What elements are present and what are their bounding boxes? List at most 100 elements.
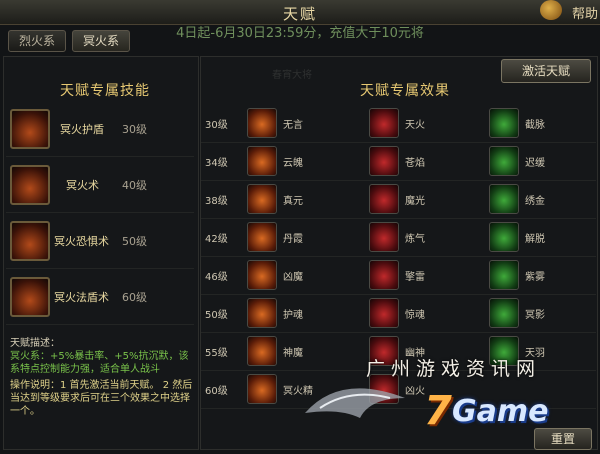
- effect-row: 34级 云魄 苍焰 迟缓: [201, 142, 596, 181]
- talent-description: 天赋描述： 冥火系：+5%暴击率、+5%抗沉默，该系特点控制能力强，适合单人战斗…: [10, 337, 194, 418]
- effect-option[interactable]: 云魄: [243, 146, 373, 176]
- effect-icon: [489, 108, 519, 138]
- effect-icon: [369, 184, 399, 214]
- effect-icon: [489, 260, 519, 290]
- help-link[interactable]: 帮助: [572, 3, 598, 22]
- effect-icon: [247, 146, 277, 176]
- tab-fire-system[interactable]: 烈火系: [8, 30, 66, 52]
- effect-name: 截脉: [525, 120, 545, 131]
- effect-option[interactable]: 截脉: [485, 108, 600, 138]
- effect-option[interactable]: 天火: [365, 108, 495, 138]
- description-heading: 天赋描述：: [10, 338, 60, 349]
- skill-item[interactable]: 冥火恐惧术 50级: [6, 216, 194, 269]
- effect-name: 解脱: [525, 234, 545, 245]
- effect-option[interactable]: 迟缓: [485, 146, 600, 176]
- skill-level: 30级: [122, 123, 147, 136]
- description-body: 冥火系：+5%暴击率、+5%抗沉默，该系特点控制能力强，适合单人战斗: [10, 351, 189, 375]
- effect-name: 云魄: [283, 158, 303, 169]
- effect-option[interactable]: 惊魂: [365, 298, 495, 328]
- effect-name: 丹霞: [283, 234, 303, 245]
- effect-row: 30级 无言 天火 截脉: [201, 104, 596, 143]
- effect-icon: [247, 184, 277, 214]
- effect-option[interactable]: 护魂: [243, 298, 373, 328]
- effect-name: 绣金: [525, 196, 545, 207]
- effect-name: 惊魂: [405, 310, 425, 321]
- row-level: 30级: [205, 120, 228, 131]
- logo-word: Game: [452, 394, 549, 429]
- activate-talent-button[interactable]: 激活天赋: [501, 59, 591, 83]
- coin-icon: [540, 0, 562, 20]
- window-title: 天赋: [282, 5, 317, 23]
- talent-window: 天赋 帮助 4日起-6月30日23:59分，充值大于10元将 烈火系 冥火系 春…: [0, 0, 600, 454]
- effect-icon: [247, 260, 277, 290]
- effect-name: 护魂: [283, 310, 303, 321]
- skill-level: 60级: [122, 291, 147, 304]
- effect-icon: [247, 222, 277, 252]
- effect-option[interactable]: 无言: [243, 108, 373, 138]
- row-level: 38级: [205, 196, 228, 207]
- effect-icon: [247, 336, 277, 366]
- tab-netherfire-system[interactable]: 冥火系: [72, 30, 130, 52]
- row-level: 50级: [205, 310, 228, 321]
- effect-icon: [247, 298, 277, 328]
- watermark-text: 春宵大将: [272, 70, 312, 81]
- effect-option[interactable]: 擎雷: [365, 260, 495, 290]
- effect-name: 真元: [283, 196, 303, 207]
- skill-name: 冥火法盾术: [54, 291, 109, 304]
- effect-icon: [489, 146, 519, 176]
- effect-option[interactable]: 绣金: [485, 184, 600, 214]
- effect-icon: [489, 298, 519, 328]
- effect-icon: [369, 146, 399, 176]
- fire-icon: [10, 165, 50, 205]
- effect-icon: [247, 374, 277, 404]
- logo-digit: 7: [424, 388, 452, 434]
- row-level: 46级: [205, 272, 228, 283]
- effect-icon: [369, 260, 399, 290]
- effect-name: 神魔: [283, 348, 303, 359]
- effect-name: 迟缓: [525, 158, 545, 169]
- effect-name: 苍焰: [405, 158, 425, 169]
- effect-row: 38级 真元 魔光 绣金: [201, 180, 596, 219]
- effect-option[interactable]: 炼气: [365, 222, 495, 252]
- effect-name: 擎雷: [405, 272, 425, 283]
- effect-icon: [369, 298, 399, 328]
- effect-row: 46级 凶魔 擎雷 紫雾: [201, 256, 596, 295]
- effect-icon: [489, 222, 519, 252]
- effect-option[interactable]: 丹霞: [243, 222, 373, 252]
- skill-item[interactable]: 冥火护盾 30级: [6, 104, 194, 157]
- effect-name: 冥影: [525, 310, 545, 321]
- effect-name: 无言: [283, 120, 303, 131]
- skill-name: 冥火护盾: [60, 123, 104, 136]
- skill-level: 50级: [122, 235, 147, 248]
- effect-option[interactable]: 紫雾: [485, 260, 600, 290]
- effect-option[interactable]: 真元: [243, 184, 373, 214]
- row-level: 60级: [205, 386, 228, 397]
- effect-option[interactable]: 苍焰: [365, 146, 495, 176]
- site-watermark: 广州游戏资讯网: [366, 358, 542, 380]
- effect-icon: [489, 184, 519, 214]
- effect-option[interactable]: 冥影: [485, 298, 600, 328]
- effect-option[interactable]: 解脱: [485, 222, 600, 252]
- skill-item[interactable]: 冥火法盾术 60级: [6, 272, 194, 325]
- effect-name: 天火: [405, 120, 425, 131]
- row-level: 42级: [205, 234, 228, 245]
- effect-option[interactable]: 神魔: [243, 336, 373, 366]
- effect-icon: [369, 108, 399, 138]
- effect-name: 炼气: [405, 234, 425, 245]
- effect-row: 50级 护魂 惊魂 冥影: [201, 294, 596, 333]
- skill-level: 40级: [122, 179, 147, 192]
- effect-option[interactable]: 魔光: [365, 184, 495, 214]
- skill-item[interactable]: 冥火术 40级: [6, 160, 194, 213]
- effect-icon: [247, 108, 277, 138]
- reset-button[interactable]: 重置: [534, 428, 592, 450]
- effect-icon: [369, 222, 399, 252]
- effect-option[interactable]: 凶魔: [243, 260, 373, 290]
- effect-row: 42级 丹霞 炼气 解脱: [201, 218, 596, 257]
- skills-title: 天赋专属技能: [60, 83, 150, 99]
- magic-shield-icon: [10, 277, 50, 317]
- skill-name: 冥火术: [66, 179, 99, 192]
- fear-icon: [10, 221, 50, 261]
- operation-instructions: 操作说明：1 首先激活当前天赋。 2 然后当达到等级要求后可在三个效果之中选择一…: [10, 380, 193, 417]
- shield-icon: [10, 109, 50, 149]
- effect-name: 凶魔: [283, 272, 303, 283]
